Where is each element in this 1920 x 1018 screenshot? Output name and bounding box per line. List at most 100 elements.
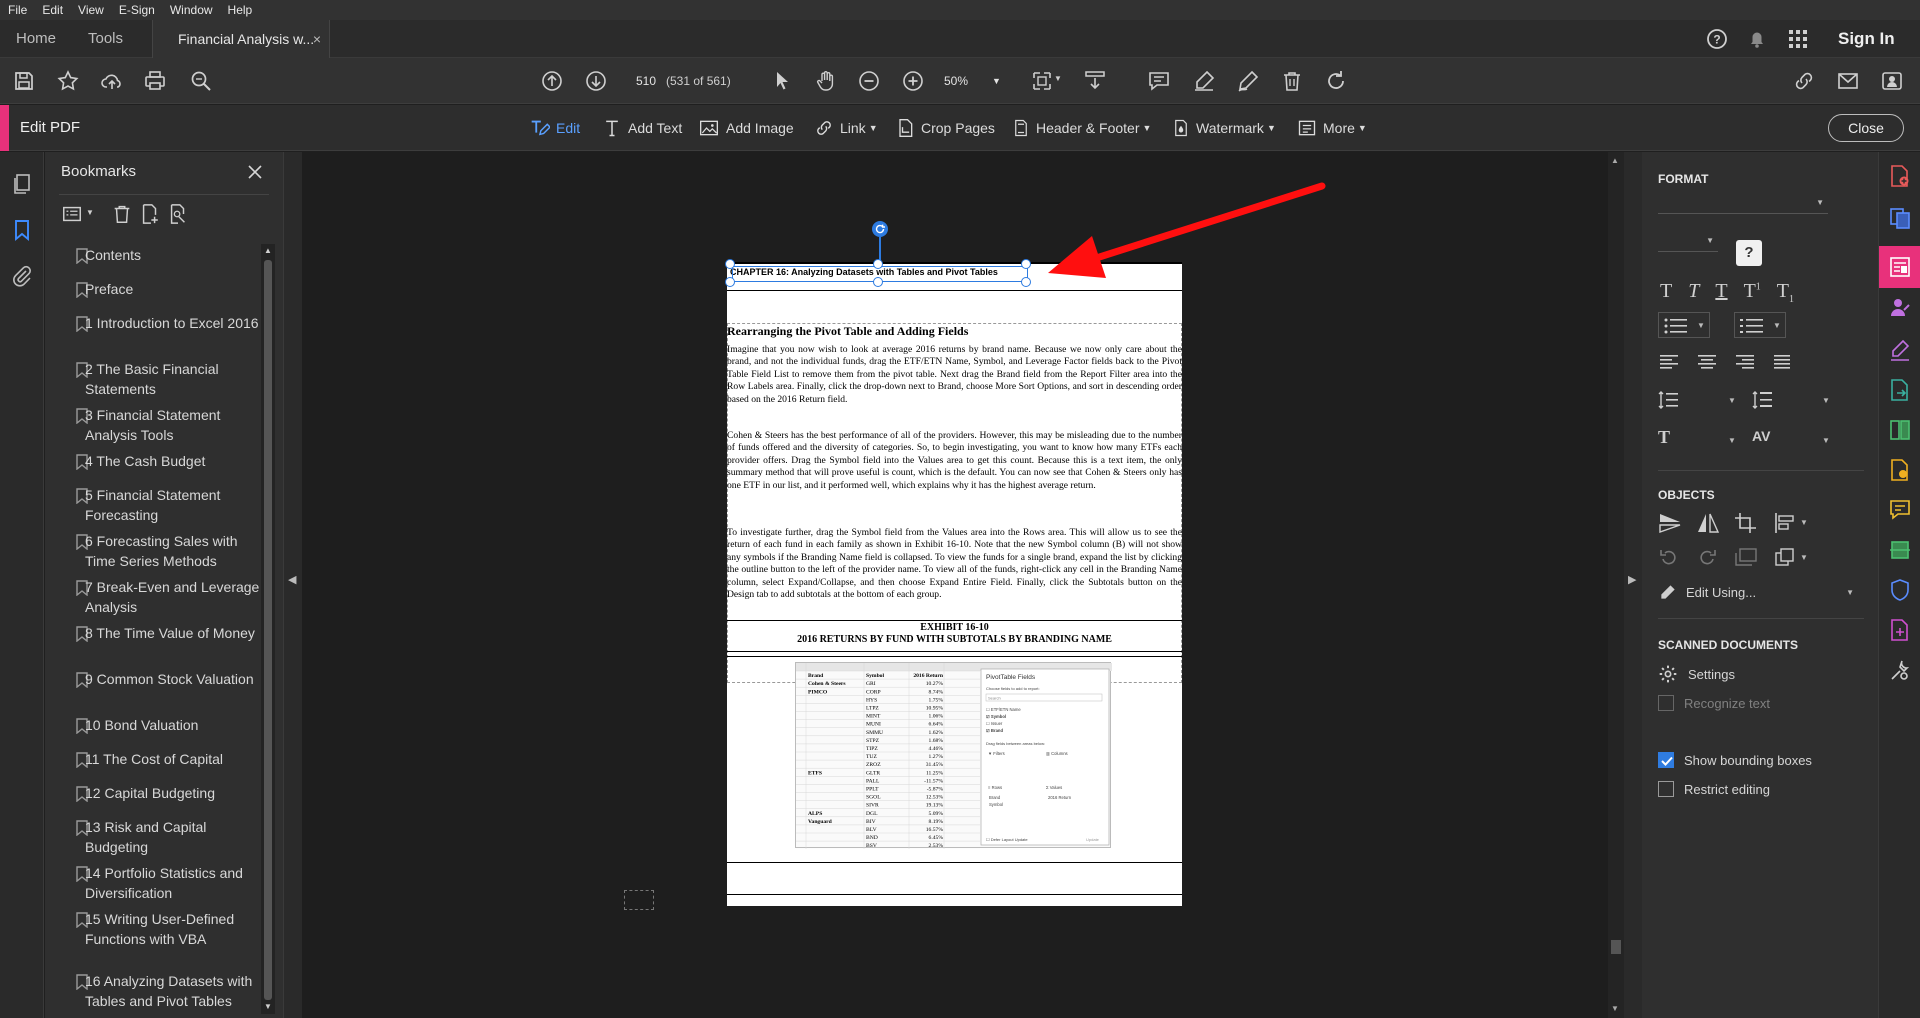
show-bounding-boxes-checkbox[interactable] [1658, 752, 1674, 768]
highlight-pen-icon[interactable] [1192, 69, 1216, 93]
share-link-icon[interactable] [1792, 69, 1816, 93]
add-text-button[interactable]: Add Text [602, 105, 682, 151]
numbered-list-dropdown[interactable]: ▼ [1734, 312, 1786, 338]
page-fit-chevron-icon[interactable]: ▼ [1054, 74, 1062, 83]
new-bookmark-icon[interactable] [139, 203, 161, 225]
doc-scroll-down-icon[interactable]: ▼ [1611, 1004, 1619, 1013]
exhibit-caption[interactable]: EXHIBIT 16-10 2016 RETURNS BY FUND WITH … [727, 622, 1182, 646]
rotate-left-icon[interactable] [1658, 547, 1680, 567]
scan-ocr-icon[interactable] [1889, 538, 1911, 562]
page-number-input[interactable]: 510 [622, 68, 670, 94]
crop-pages-button[interactable]: Crop Pages [895, 105, 995, 151]
font-size-dropdown[interactable]: ▼ [1658, 230, 1718, 252]
flip-horizontal-icon[interactable] [1696, 512, 1720, 534]
attachment-icon[interactable] [10, 264, 34, 288]
collapse-left-arrow-icon[interactable]: ◀ [288, 573, 296, 586]
help-icon[interactable]: ? [1705, 27, 1729, 51]
sign-pen-icon[interactable] [1236, 69, 1260, 93]
paragraph-2[interactable]: Cohen & Steers has the best performance … [727, 430, 1182, 492]
previous-page-icon[interactable] [540, 69, 564, 93]
bookmark-item[interactable]: 15 Writing User-Defined Functions with V… [45, 909, 260, 949]
collapse-left-panel-strip[interactable]: ◀ [284, 152, 302, 1018]
close-edit-button[interactable]: Close [1828, 114, 1904, 142]
header-footer-button[interactable]: Header & Footer ▼ [1012, 105, 1151, 151]
create-pdf-icon[interactable] [1889, 164, 1911, 188]
align-objects-icon[interactable] [1774, 512, 1798, 534]
character-spacing-icon[interactable]: AV [1752, 428, 1770, 444]
zoom-out-icon[interactable] [857, 69, 881, 93]
text-underline-icon[interactable]: T [1715, 280, 1727, 305]
cloud-upload-icon[interactable] [100, 69, 124, 93]
section-heading[interactable]: Rearranging the Pivot Table and Adding F… [727, 324, 968, 339]
flip-vertical-icon[interactable] [1658, 512, 1682, 534]
paragraph-spacing-icon[interactable] [1752, 390, 1774, 410]
zoom-level-select[interactable]: 50% ▼ [944, 68, 1004, 94]
collapse-right-arrow-icon[interactable]: ▶ [1628, 573, 1636, 586]
page-fit-icon[interactable] [1030, 69, 1054, 93]
rotate-icon[interactable] [1324, 69, 1348, 93]
link-button[interactable]: Link ▼ [814, 105, 878, 151]
request-signature-icon[interactable] [1889, 296, 1911, 320]
text-subscript-icon[interactable]: T1 [1777, 280, 1794, 305]
bookmark-item[interactable]: 13 Risk and Capital Budgeting [45, 817, 260, 857]
menu-help[interactable]: Help [228, 3, 253, 17]
document-scrollbar-thumb[interactable] [1611, 940, 1621, 954]
restrict-editing-checkbox[interactable] [1658, 781, 1674, 797]
exhibit-spreadsheet-image[interactable]: Brand Symbol 2016 Return Cohen & Steers GRI 1… [795, 662, 1112, 849]
bookmark-item[interactable]: 7 Break-Even and Leverage Analysis [45, 577, 260, 617]
settings-button[interactable]: Settings [1658, 664, 1735, 684]
scroll-down-icon[interactable]: ▼ [264, 1002, 272, 1011]
bookmark-item[interactable]: 11 The Cost of Capital [45, 749, 260, 769]
bookmark-item[interactable]: 10 Bond Valuation [45, 715, 260, 735]
bookmark-options-icon[interactable] [61, 203, 83, 225]
line-spacing-icon[interactable] [1658, 390, 1680, 410]
font-family-dropdown[interactable]: ▼ [1658, 192, 1828, 214]
resize-handle-top-left[interactable] [725, 259, 735, 269]
combine-files-icon[interactable] [1889, 206, 1911, 230]
bell-icon[interactable] [1745, 27, 1769, 51]
bookmark-item[interactable]: 8 The Time Value of Money [45, 623, 260, 643]
zoom-in-icon[interactable] [901, 69, 925, 93]
line-spacing-chevron-icon[interactable]: ▼ [1728, 396, 1736, 405]
bookmark-item[interactable]: 4 The Cash Budget [45, 451, 260, 471]
save-icon[interactable] [12, 69, 36, 93]
text-italic-icon[interactable]: T [1688, 280, 1699, 305]
rotate-handle[interactable] [872, 221, 888, 237]
select-cursor-icon[interactable] [770, 69, 794, 93]
menu-esign[interactable]: E-Sign [119, 3, 155, 17]
export-image-icon[interactable] [1889, 458, 1911, 482]
recognize-text-option[interactable]: Recognize text [1658, 695, 1770, 711]
horizontal-scale-icon[interactable]: T [1658, 427, 1670, 448]
scroll-up-icon[interactable]: ▲ [264, 246, 272, 255]
edit-using-dropdown[interactable]: Edit Using... ▼ [1658, 582, 1854, 602]
scroll-mode-icon[interactable] [1083, 69, 1107, 93]
resize-handle-bottom-left[interactable] [725, 277, 735, 287]
prepare-form-icon[interactable] [1889, 618, 1911, 642]
bookmark-item[interactable]: 16 Analyzing Datasets with Tables and Pi… [45, 971, 260, 1011]
font-help-icon[interactable]: ? [1736, 240, 1762, 266]
email-icon[interactable] [1836, 69, 1860, 93]
menu-view[interactable]: View [78, 3, 104, 17]
user-share-icon[interactable] [1880, 69, 1904, 93]
comment-icon[interactable] [1147, 69, 1171, 93]
show-bounding-boxes-option[interactable]: Show bounding boxes [1658, 752, 1812, 768]
close-panel-icon[interactable] [247, 164, 263, 180]
hand-tool-icon[interactable] [814, 69, 838, 93]
tab-tools[interactable]: Tools [88, 20, 123, 58]
tab-home[interactable]: Home [16, 20, 56, 58]
sign-in-button[interactable]: Sign In [1838, 20, 1895, 58]
star-icon[interactable] [56, 69, 80, 93]
align-objects-chevron-icon[interactable]: ▼ [1800, 518, 1808, 527]
paragraph-spacing-chevron-icon[interactable]: ▼ [1822, 396, 1830, 405]
watermark-button[interactable]: Watermark ▼ [1172, 105, 1276, 151]
replace-image-icon[interactable] [1734, 547, 1758, 567]
recognize-text-checkbox[interactable] [1658, 695, 1674, 711]
arrange-chevron-icon[interactable]: ▼ [1800, 553, 1808, 562]
bookmark-item[interactable]: Contents [45, 245, 260, 265]
menu-file[interactable]: File [8, 3, 27, 17]
more-tools-icon[interactable] [1889, 658, 1911, 682]
bookmark-scrollbar-thumb[interactable] [264, 260, 272, 1000]
next-page-icon[interactable] [584, 69, 608, 93]
more-button[interactable]: More ▼ [1297, 105, 1367, 151]
protect-icon[interactable] [1889, 578, 1911, 602]
